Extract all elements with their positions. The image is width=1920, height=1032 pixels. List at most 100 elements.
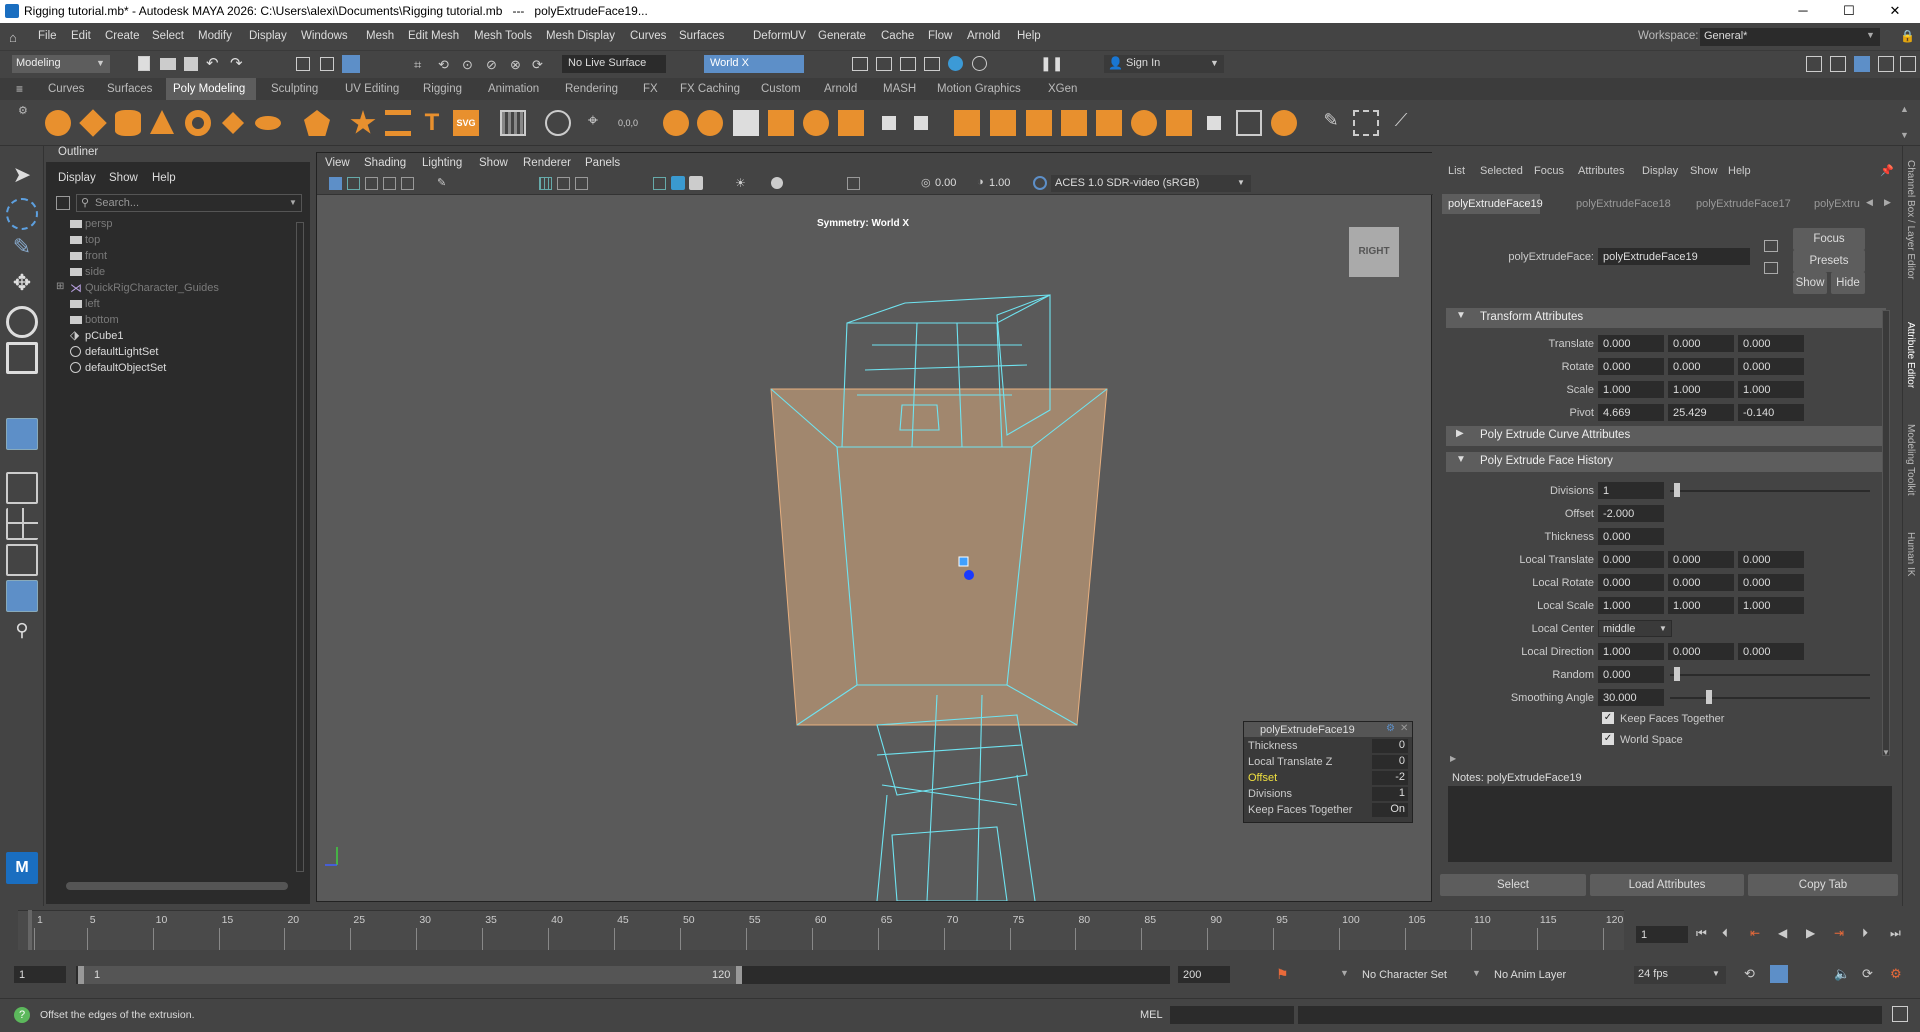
shelf-tab-rigging[interactable]: Rigging xyxy=(423,83,462,95)
ae-menu-show[interactable]: Show xyxy=(1690,165,1718,177)
grease-pencil-icon[interactable]: ✎ xyxy=(437,176,446,189)
translate-z-field[interactable]: 0.000 xyxy=(1738,335,1804,352)
gamma-field[interactable]: 1.00 xyxy=(989,177,1025,189)
lock-icon[interactable]: 🔒 xyxy=(1900,29,1915,43)
step-back-icon[interactable]: ⏴ xyxy=(1722,926,1728,941)
symmetry-dropdown[interactable]: World X xyxy=(704,55,804,73)
sound-icon[interactable]: 🔈 xyxy=(1834,966,1850,982)
viewport-menu-panels[interactable]: Panels xyxy=(585,157,620,169)
translate-y-field[interactable]: 0.000 xyxy=(1668,335,1734,352)
append-polygon-icon[interactable] xyxy=(1166,110,1192,136)
local-center-dropdown[interactable]: middle ▼ xyxy=(1598,620,1672,637)
shelf-menu-icon[interactable]: ≡ xyxy=(16,82,23,96)
ae-menu-attributes[interactable]: Attributes xyxy=(1578,165,1624,177)
scale-y-field[interactable]: 1.000 xyxy=(1668,381,1734,398)
divisions-slider-handle[interactable] xyxy=(1674,483,1680,497)
lasso-tool-icon[interactable] xyxy=(6,198,38,230)
render-sequence-icon[interactable] xyxy=(876,57,892,71)
poly-sphere-icon[interactable] xyxy=(45,110,71,136)
attribute-editor-tab[interactable]: Attribute Editor xyxy=(1905,322,1916,388)
poke-icon[interactable] xyxy=(1236,110,1262,136)
channel-row[interactable]: Offset -2 xyxy=(1244,770,1412,786)
presets-button[interactable]: Presets xyxy=(1793,250,1865,272)
thickness-field[interactable]: 0.000 xyxy=(1598,528,1664,545)
translate-x-field[interactable]: 0.000 xyxy=(1598,335,1664,352)
menu-file[interactable]: File xyxy=(38,30,57,42)
viewport-menu-renderer[interactable]: Renderer xyxy=(523,157,571,169)
playback-speed-icon[interactable]: ⟳ xyxy=(1862,966,1873,982)
shelf-tab-motion-graphics[interactable]: Motion Graphics xyxy=(937,83,1021,95)
wireframe-icon[interactable] xyxy=(653,177,666,190)
outliner-vertical-scrollbar[interactable] xyxy=(296,222,304,872)
select-hierarchy-icon[interactable] xyxy=(296,57,310,71)
super-shape-icon[interactable] xyxy=(350,110,376,134)
menu-select[interactable]: Select xyxy=(152,30,184,42)
multi-cut-icon[interactable]: ✎ xyxy=(1318,110,1344,136)
ae-select-button[interactable]: Select xyxy=(1440,874,1586,896)
select-component-icon[interactable] xyxy=(342,55,360,73)
ae-menu-selected[interactable]: Selected xyxy=(1480,165,1523,177)
local-scale-x-field[interactable]: 1.000 xyxy=(1598,597,1664,614)
bookmarks-icon[interactable] xyxy=(365,177,378,190)
shelf-tab-arnold[interactable]: Arnold xyxy=(824,83,857,95)
bridge-icon[interactable] xyxy=(990,110,1016,136)
list-item[interactable]: left xyxy=(46,296,296,312)
step-forward-icon[interactable]: ⏵ xyxy=(1862,926,1868,941)
ae-menu-help[interactable]: Help xyxy=(1728,165,1751,177)
local-rotate-y-field[interactable]: 0.000 xyxy=(1668,574,1734,591)
pin-icon[interactable]: 📌 xyxy=(1880,164,1894,177)
mirror-icon[interactable] xyxy=(876,110,902,136)
section-transform-attributes[interactable]: ▼ Transform Attributes xyxy=(1446,308,1886,328)
command-input[interactable] xyxy=(1170,1006,1294,1024)
go-to-input-icon[interactable] xyxy=(1764,240,1778,252)
separate-icon[interactable] xyxy=(697,110,723,136)
menu-create[interactable]: Create xyxy=(105,30,140,42)
list-item[interactable]: ⬗ pCube1 xyxy=(46,328,296,344)
local-translate-x-field[interactable]: 0.000 xyxy=(1598,551,1664,568)
pivot-y-field[interactable]: 25.429 xyxy=(1668,404,1734,421)
smoothing-angle-slider-handle[interactable] xyxy=(1706,690,1712,704)
section-poly-extrude-face-history[interactable]: ▼ Poly Extrude Face History xyxy=(1446,452,1886,472)
ae-menu-display[interactable]: Display xyxy=(1642,165,1678,177)
extrude-icon[interactable] xyxy=(954,110,980,136)
poly-torus-icon[interactable] xyxy=(185,110,211,136)
cache-playback-icon[interactable] xyxy=(1770,965,1788,983)
new-scene-icon[interactable] xyxy=(138,56,150,71)
hypershade-icon[interactable] xyxy=(948,56,963,71)
menu-uv[interactable]: UV xyxy=(790,30,806,42)
search-icon[interactable]: ⚲ xyxy=(6,620,38,652)
end-frame-field[interactable]: 200 xyxy=(1178,966,1230,983)
rotate-tool-icon[interactable] xyxy=(6,306,38,338)
shelf-tab-rendering[interactable]: Rendering xyxy=(565,83,618,95)
current-frame-field[interactable]: 1 xyxy=(1636,926,1688,943)
outliner-menu-display[interactable]: Display xyxy=(58,172,96,184)
divisions-slider[interactable] xyxy=(1670,490,1870,492)
render-frame-icon[interactable] xyxy=(852,57,868,71)
scale-tool-icon[interactable] xyxy=(6,342,38,374)
type-tool-icon[interactable]: T xyxy=(419,110,445,136)
textured-icon[interactable] xyxy=(689,176,703,190)
transform-tool-icon[interactable]: 0,0,0 xyxy=(615,110,641,136)
paint-select-tool-icon[interactable]: ✎ xyxy=(6,234,38,266)
sign-in-button[interactable]: 👤 Sign In ▼ xyxy=(1104,55,1224,73)
step-forward-key-icon[interactable]: ⇥ xyxy=(1834,926,1844,940)
close-button[interactable]: ✕ xyxy=(1872,0,1918,23)
play-forwards-icon[interactable]: ▶ xyxy=(1806,926,1815,940)
maya-logo-icon[interactable]: M xyxy=(6,852,38,884)
select-camera-icon[interactable] xyxy=(329,177,342,190)
filter-icon[interactable] xyxy=(56,196,70,210)
local-scale-z-field[interactable]: 1.000 xyxy=(1738,597,1804,614)
hide-button[interactable]: Hide xyxy=(1831,272,1865,294)
range-bar[interactable] xyxy=(82,966,738,984)
single-perspective-view-icon[interactable] xyxy=(6,472,38,504)
resolution-gate-icon[interactable] xyxy=(575,177,588,190)
shelf-tab-fx-caching[interactable]: FX Caching xyxy=(680,83,740,95)
local-scale-y-field[interactable]: 1.000 xyxy=(1668,597,1734,614)
section-poly-extrude-curve-attributes[interactable]: ▶ Poly Extrude Curve Attributes xyxy=(1446,426,1886,446)
menu-deform[interactable]: Deform xyxy=(753,30,791,42)
poly-cylinder-icon[interactable] xyxy=(115,110,141,136)
ae-tab-polyextrudeface17[interactable]: polyExtrudeFace17 xyxy=(1696,198,1791,210)
home-icon[interactable]: ⌂ xyxy=(9,30,17,45)
shelf-scroll-down-icon[interactable]: ▼ xyxy=(1900,130,1909,140)
menu-windows[interactable]: Windows xyxy=(301,30,348,42)
